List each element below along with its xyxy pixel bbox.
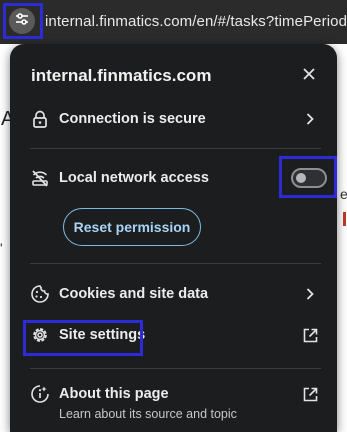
about-subtitle: Learn about its source and topic — [59, 407, 237, 421]
page-peek-right-marker — [343, 212, 346, 226]
info-icon — [30, 384, 50, 404]
cookies-label: Cookies and site data — [59, 286, 209, 302]
close-button[interactable] — [297, 64, 321, 88]
highlight-site-info-button — [3, 3, 43, 39]
divider — [30, 148, 321, 149]
lock-icon — [30, 109, 50, 129]
open-external-icon — [300, 384, 320, 404]
cookies-row[interactable]: Cookies and site data — [10, 274, 337, 314]
page-peek-right-text: e — [340, 186, 347, 202]
about-label: About this page — [59, 386, 169, 402]
connection-label: Connection is secure — [59, 111, 206, 127]
address-bar: internal.finmatics.com/en/#/tasks?timePe… — [0, 0, 347, 44]
divider — [30, 263, 321, 264]
connection-row[interactable]: Connection is secure — [10, 99, 337, 139]
close-icon — [303, 67, 315, 85]
url-text[interactable]: internal.finmatics.com/en/#/tasks?timePe… — [45, 13, 347, 30]
network-off-icon — [30, 168, 50, 188]
popup-title: internal.finmatics.com — [31, 66, 212, 85]
highlight-site-settings — [23, 320, 143, 356]
highlight-local-network-toggle — [279, 156, 337, 198]
page-peek-left-mark: ' — [0, 240, 3, 256]
chevron-right-icon — [302, 111, 318, 127]
reset-permission-button[interactable]: Reset permission — [63, 208, 201, 246]
open-external-icon — [300, 325, 320, 345]
cookie-icon — [30, 284, 50, 304]
site-info-popup: internal.finmatics.com Connection is sec… — [10, 44, 337, 432]
about-row[interactable]: About this page Learn about its source a… — [10, 374, 337, 426]
local-network-label: Local network access — [59, 170, 209, 186]
chevron-right-icon — [302, 286, 318, 302]
divider — [30, 368, 321, 369]
